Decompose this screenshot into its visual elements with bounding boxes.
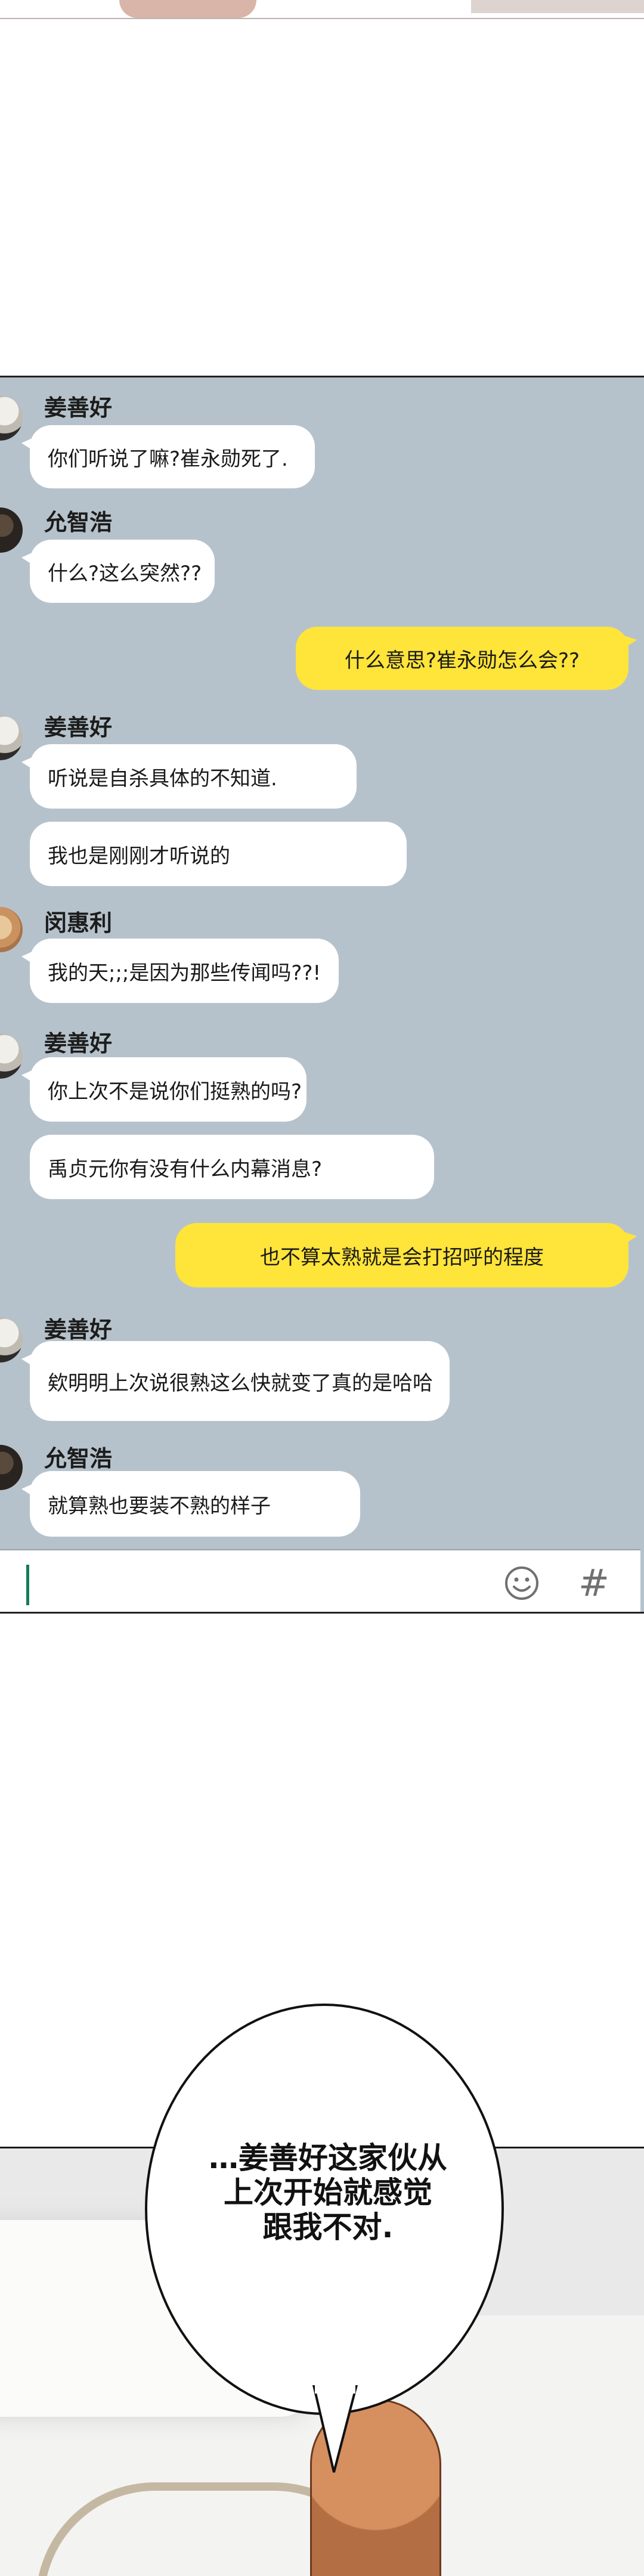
speech-bubble-tail	[312, 2385, 358, 2473]
message-text: 我也是刚刚才听说的	[48, 844, 230, 868]
speech-line: 跟我不对.	[262, 2210, 394, 2244]
my-message-bubble[interactable]: 什么意思?崔永勋怎么会??	[296, 627, 637, 690]
message-bubble[interactable]: 就算熟也要装不熟的样子	[21, 1471, 360, 1537]
message-text: 听说是自杀具体的不知道.	[48, 766, 277, 791]
avatar[interactable]	[0, 1317, 23, 1363]
emoji-icon[interactable]	[504, 1565, 540, 1601]
message-bubble[interactable]: 欸明明上次说很熟这么快就变了真的是哈哈	[21, 1341, 450, 1421]
speech-line: …姜善好这家伙从	[209, 2141, 447, 2175]
sender-name: 姜善好	[44, 395, 113, 421]
message-text: 什么意思?崔永勋怎么会??	[344, 648, 580, 673]
sender-name: 姜善好	[44, 714, 113, 741]
message-bubble[interactable]: 什么?这么突然??	[21, 540, 215, 603]
message-bubble[interactable]: 听说是自杀具体的不知道.	[21, 744, 357, 809]
speech-text: …姜善好这家伙从 上次开始就感觉 跟我不对.	[197, 2141, 459, 2244]
avatar[interactable]	[0, 907, 23, 952]
message-text: 什么?这么突然??	[48, 561, 202, 586]
avatar[interactable]	[0, 715, 23, 760]
panel-divider	[0, 18, 644, 19]
message-bubble[interactable]: 我也是刚刚才听说的	[30, 822, 407, 886]
avatar[interactable]	[0, 1445, 23, 1490]
avatar[interactable]	[0, 507, 23, 553]
message-bubble[interactable]: 我的天;;;是因为那些传闻吗??!	[21, 939, 339, 1003]
message-bubble[interactable]: 禹贞元你有没有什么内幕消息?	[30, 1135, 434, 1199]
message-text: 就算熟也要装不熟的样子	[48, 1494, 271, 1518]
hash-icon[interactable]: #	[578, 1565, 609, 1602]
sender-name: 姜善好	[44, 1030, 113, 1057]
message-text: 你们听说了嘛?崔永勋死了.	[48, 447, 288, 471]
sender-name: 姜善好	[44, 1317, 113, 1343]
my-message-bubble[interactable]: 也不算太熟就是会打招呼的程度	[175, 1223, 637, 1287]
message-input-bar[interactable]: #	[0, 1549, 640, 1612]
top-panel-art	[119, 0, 256, 18]
chat-panel: 姜善好 你们听说了嘛?崔永勋死了. 允智浩 什么?这么突然?? 什么意思?崔永勋…	[0, 376, 644, 1614]
message-bubble[interactable]: 你们听说了嘛?崔永勋死了.	[21, 425, 315, 488]
avatar[interactable]	[0, 395, 23, 441]
text-caret	[26, 1565, 29, 1605]
speech-line: 上次开始就感觉	[224, 2175, 432, 2210]
message-bubble[interactable]: 你上次不是说你们挺熟的吗?	[21, 1057, 306, 1122]
avatar[interactable]	[0, 1033, 23, 1079]
message-text: 也不算太熟就是会打招呼的程度	[260, 1245, 544, 1270]
sender-name: 闵惠利	[44, 910, 113, 936]
message-text: 我的天;;;是因为那些传闻吗??!	[48, 961, 321, 985]
sender-name: 允智浩	[44, 509, 113, 535]
top-panel-art	[471, 0, 644, 13]
message-text: 欸明明上次说很熟这么快就变了真的是哈哈	[48, 1371, 433, 1395]
message-text: 你上次不是说你们挺熟的吗?	[48, 1079, 302, 1104]
message-text: 禹贞元你有没有什么内幕消息?	[48, 1157, 323, 1181]
sender-name: 允智浩	[44, 1445, 113, 1472]
